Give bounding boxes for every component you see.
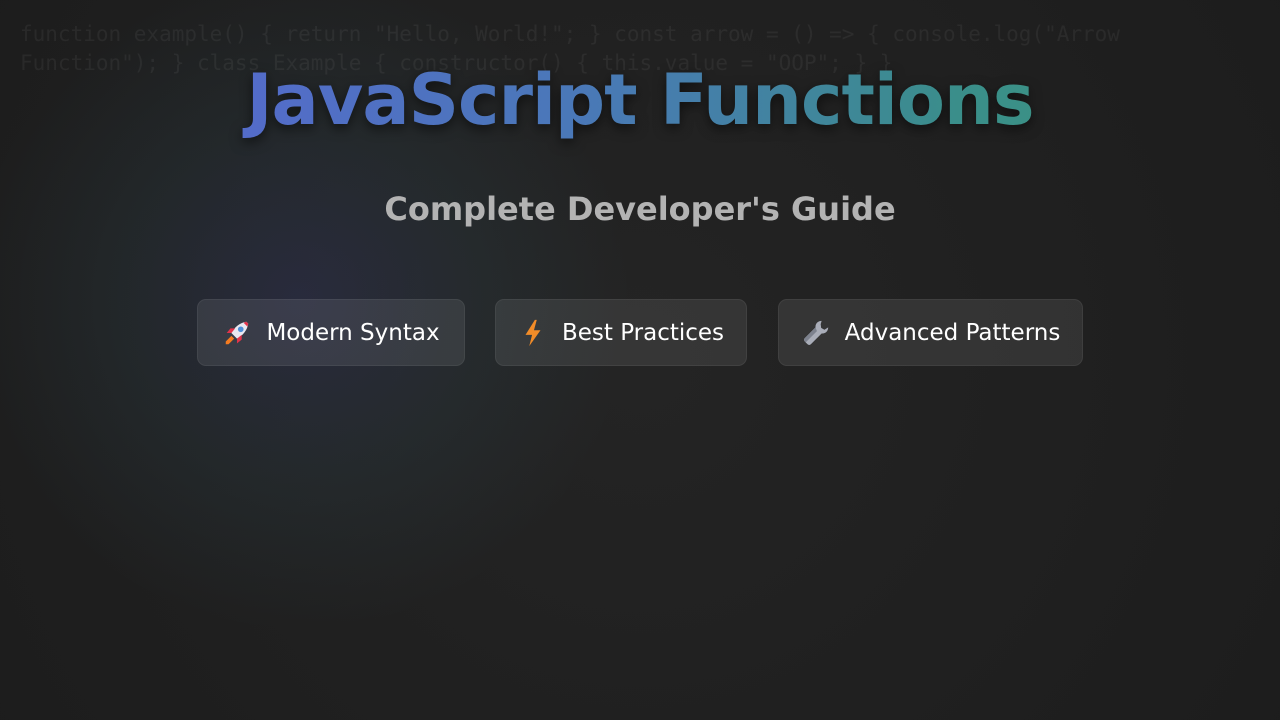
feature-label: Best Practices	[561, 319, 725, 346]
feature-pill-modern-syntax[interactable]: Modern Syntax	[197, 299, 465, 366]
rocket-icon	[222, 318, 252, 348]
page-title: JavaScript Functions	[0, 54, 1280, 146]
wrench-icon	[801, 318, 831, 348]
lightning-icon	[518, 318, 548, 348]
feature-pill-best-practices[interactable]: Best Practices	[495, 299, 747, 366]
feature-label: Modern Syntax	[266, 319, 440, 346]
feature-label: Advanced Patterns	[844, 319, 1061, 346]
page-subtitle: Complete Developer's Guide	[384, 190, 896, 228]
feature-pill-advanced-patterns[interactable]: Advanced Patterns	[778, 299, 1083, 366]
